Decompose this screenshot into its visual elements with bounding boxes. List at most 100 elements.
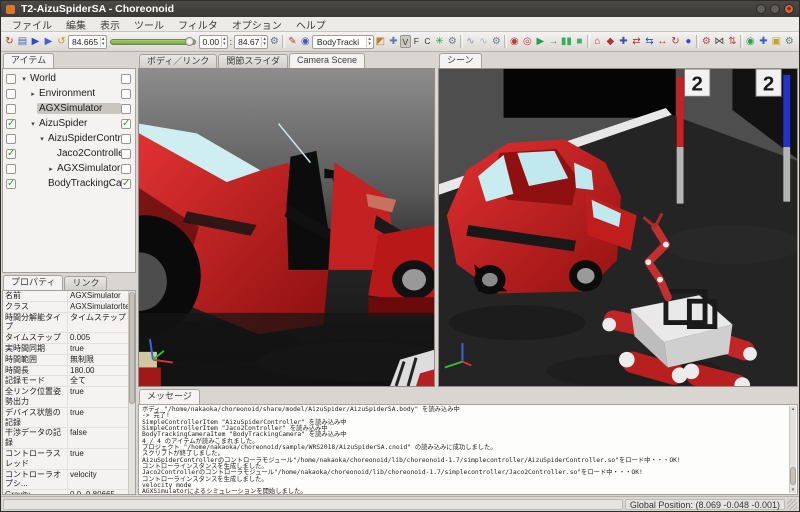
fit-view-icon[interactable]: ✚ (757, 34, 770, 50)
menu-item[interactable]: フィルタ (171, 17, 225, 32)
menu-item[interactable]: オプション (225, 17, 289, 32)
scroll-down-icon[interactable]: ▾ (790, 487, 796, 493)
right-to-left-copy-icon[interactable]: ⇄ (630, 34, 643, 50)
menu-item[interactable]: 編集 (59, 17, 93, 32)
item-checkbox[interactable] (6, 164, 16, 174)
stop-simulation-icon[interactable]: ■ (573, 34, 586, 50)
tab-items[interactable]: アイテム (3, 53, 54, 68)
property-row[interactable]: 干渉データの記録 false (3, 428, 135, 449)
property-row[interactable]: 実時間同期 true (3, 344, 135, 355)
forward-kinematics-icon[interactable]: ⚙ (700, 34, 713, 50)
preset-kinematics-icon[interactable]: ⋈ (713, 34, 726, 50)
spin-arrows-icon[interactable]: ▴▾ (221, 37, 226, 47)
close-button[interactable] (784, 4, 794, 14)
left-to-right-copy-icon[interactable]: ⇆ (643, 34, 656, 50)
tab-message[interactable]: メッセージ (139, 389, 200, 404)
tree-item[interactable]: ▾ World (4, 71, 134, 86)
item-checkbox-secondary[interactable] (121, 89, 131, 99)
tab-scene[interactable]: シーン (439, 53, 482, 68)
item-checkbox[interactable] (6, 134, 16, 144)
tree-item[interactable]: ▸ Environment (4, 86, 134, 101)
graph-wave1-icon[interactable]: ∿ (464, 34, 477, 50)
graph-config-icon[interactable]: ⚙ (490, 34, 503, 50)
flip-pose-icon[interactable]: ↔ (656, 34, 669, 50)
maximize-button[interactable] (770, 4, 780, 14)
time-slider-thumb[interactable] (185, 37, 194, 46)
view-config-icon[interactable]: ⚙ (783, 34, 796, 50)
item-checkbox[interactable] (6, 149, 16, 159)
tree-expander-icon[interactable]: ▸ (47, 165, 55, 173)
camera-scene-view[interactable] (138, 68, 435, 387)
pan-view-icon[interactable]: ✚ (387, 34, 400, 50)
wireframe-button[interactable]: F (411, 35, 422, 48)
tab-joint-slider[interactable]: 関節スライダ (218, 54, 288, 68)
property-row[interactable]: 名前 AGXSimulator (3, 291, 135, 302)
item-checkbox-secondary[interactable] (121, 104, 131, 114)
property-row[interactable]: 時間範囲 無制限 (3, 355, 135, 366)
realtime-sync-icon[interactable]: → (547, 34, 560, 50)
tree-expander-icon[interactable]: ▾ (29, 120, 37, 128)
scene-render-icon[interactable]: ◩ (374, 34, 387, 50)
item-checkbox-secondary[interactable] (121, 119, 131, 129)
move-to-origin-icon[interactable]: ⌂ (591, 34, 604, 50)
time-max-spinbox[interactable]: 84.67 ▴▾ (234, 35, 268, 49)
tree-item[interactable]: ▾ AizuSpiderController (4, 131, 134, 146)
restart-simulation-icon[interactable]: ◎ (521, 34, 534, 50)
message-log[interactable]: ボディ "/home/nakaoka/choreonoid/share/mode… (139, 405, 797, 495)
menu-item[interactable]: ツール (127, 17, 171, 32)
spin-arrows-icon[interactable]: ▴▾ (100, 37, 105, 47)
property-row[interactable]: 時間長 180.00 (3, 366, 135, 377)
store-initial-state-icon[interactable]: ↻ (3, 34, 16, 50)
start-simulation-icon[interactable]: ◉ (508, 34, 521, 50)
refresh-time-icon[interactable]: ↺ (55, 34, 68, 50)
camera-combo[interactable]: BodyTracki ▴▾ (312, 35, 374, 49)
property-row[interactable]: コントローラスレッド true (3, 449, 135, 470)
titlebar[interactable]: T2-AizuSpiderSA - Choreonoid (1, 1, 799, 17)
menu-item[interactable]: ヘルプ (289, 17, 333, 32)
combo-arrows-icon[interactable]: ▴▾ (366, 37, 371, 47)
item-checkbox[interactable] (6, 119, 16, 129)
time-config-icon[interactable]: ⚙ (268, 34, 281, 50)
inverse-kinematics-icon[interactable]: ⇅ (726, 34, 739, 50)
start-playback-icon[interactable]: ▶ (534, 34, 547, 50)
item-checkbox[interactable] (6, 179, 16, 189)
collision-model-button[interactable]: C (422, 35, 433, 48)
resume-playback-icon[interactable]: ▶ (42, 34, 55, 50)
time-spinbox[interactable]: 84.665 ▴▾ (68, 35, 107, 49)
tree-item[interactable]: ▾ AizuSpider (4, 116, 134, 131)
media-playback-icon[interactable]: ▤ (16, 34, 29, 50)
property-row[interactable]: 時間分解能タイプ タイムステップ (3, 313, 135, 334)
item-checkbox-secondary[interactable] (121, 134, 131, 144)
message-scrollbar[interactable]: ▴ ▾ (789, 406, 796, 493)
time-min-spinbox[interactable]: 0.00 ▴▾ (199, 35, 228, 49)
pause-simulation-icon[interactable]: ▮▮ (560, 34, 573, 50)
world-coordinate-icon[interactable]: ◉ (744, 34, 757, 50)
spin-arrows-icon[interactable]: ▴▾ (261, 37, 266, 47)
initial-pose-icon[interactable]: ◆ (604, 34, 617, 50)
first-person-view-icon[interactable]: ◉ (299, 34, 312, 50)
time-slider[interactable] (110, 35, 196, 49)
tree-item[interactable]: Jaco2Controller (4, 146, 134, 161)
tree-item[interactable]: ▸ AGXSimulator-AizuSpider (4, 161, 134, 176)
property-row[interactable]: コントローラオプシ... velocity (3, 470, 135, 491)
play-from-start-icon[interactable]: ▶ (29, 34, 42, 50)
capture-view-icon[interactable]: ▣ (770, 34, 783, 50)
property-row[interactable]: タイムステップ 0.005 (3, 333, 135, 344)
property-row[interactable]: 全リンク位置姿勢出力 true (3, 387, 135, 408)
collision-lines-icon[interactable]: ✳ (433, 34, 446, 50)
visual-model-button[interactable]: V (400, 35, 411, 48)
minimize-button[interactable] (756, 4, 766, 14)
tab-links[interactable]: リンク (64, 276, 107, 290)
edit-mode-icon[interactable]: ✎ (286, 34, 299, 50)
item-checkbox-secondary[interactable] (121, 179, 131, 189)
item-checkbox[interactable] (6, 74, 16, 84)
scrollbar-thumb[interactable] (790, 467, 796, 485)
standard-pose-icon[interactable]: ✚ (617, 34, 630, 50)
item-checkbox[interactable] (6, 104, 16, 114)
property-row[interactable]: 記録モード 全て (3, 376, 135, 387)
item-checkbox-secondary[interactable] (121, 74, 131, 84)
graph-wave2-icon[interactable]: ∿ (477, 34, 490, 50)
tree-expander-icon[interactable]: ▾ (20, 75, 28, 83)
tree-expander-icon[interactable]: ▾ (38, 135, 46, 143)
scrollbar-thumb[interactable] (129, 292, 135, 404)
